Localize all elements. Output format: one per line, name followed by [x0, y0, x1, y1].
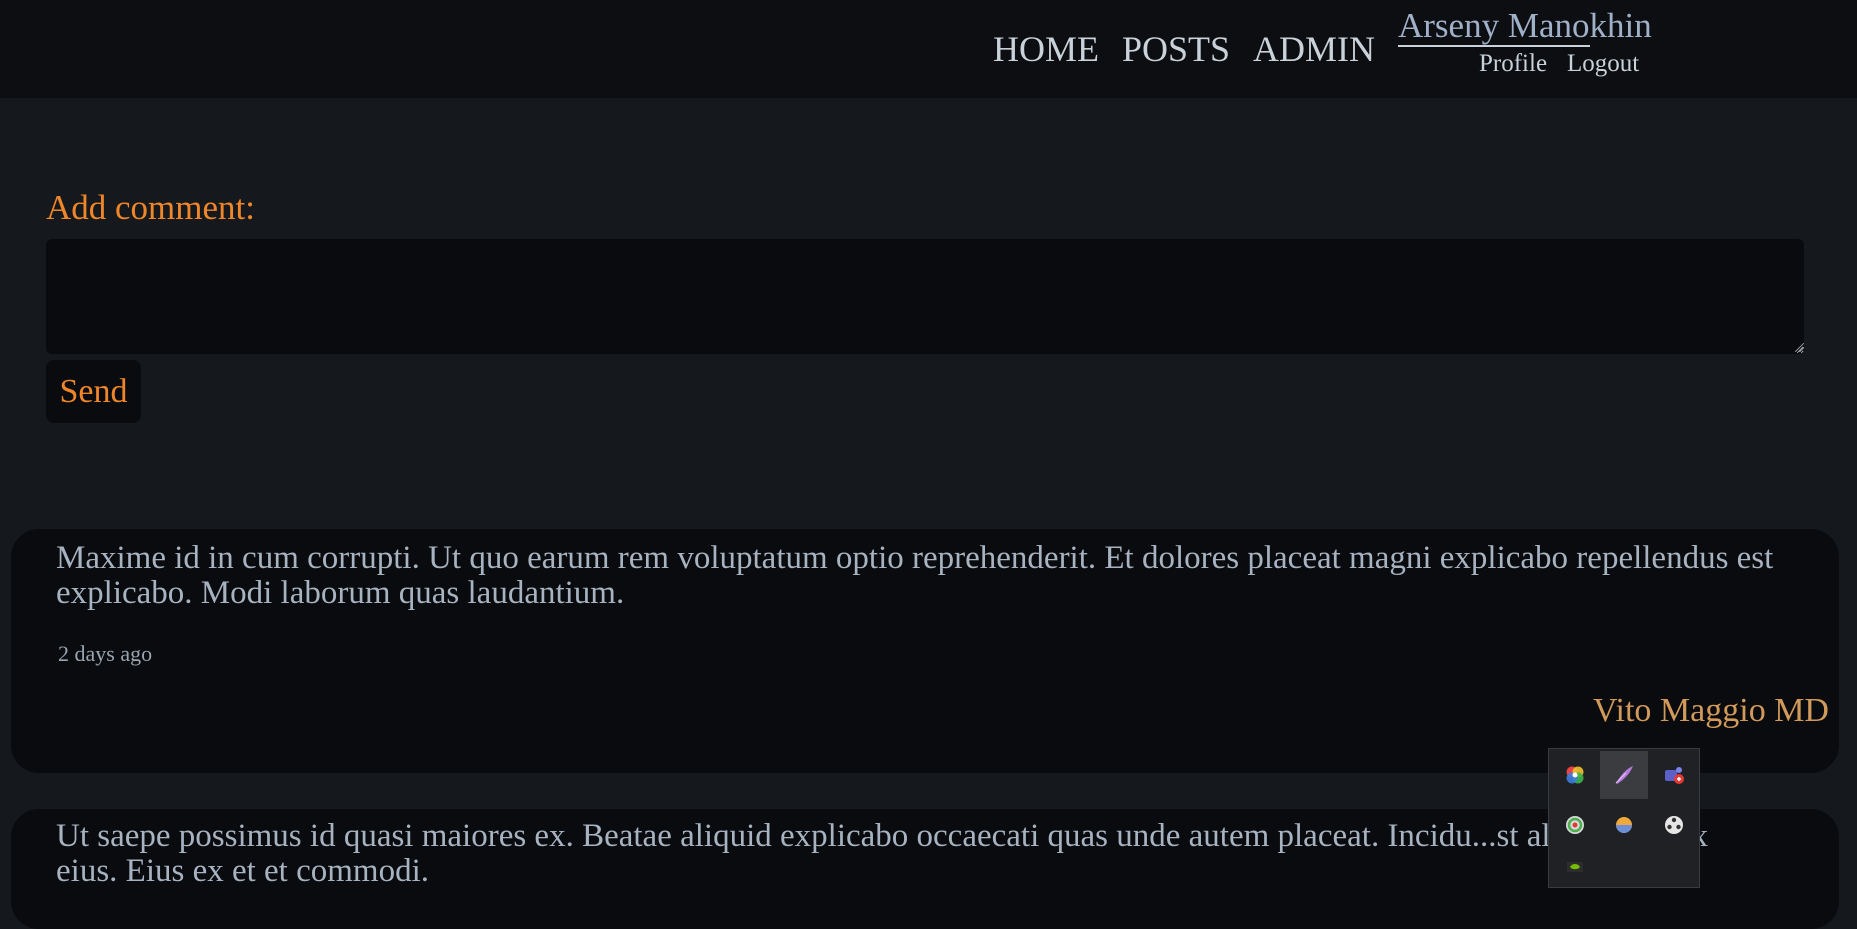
teams-notification-icon[interactable] — [1650, 751, 1698, 799]
weather-icon[interactable] — [1600, 801, 1648, 849]
comment-textarea[interactable] — [46, 239, 1804, 354]
add-comment-label: Add comment: — [46, 188, 255, 227]
logout-link[interactable]: Logout — [1567, 50, 1639, 78]
comment-author[interactable]: Vito Maggio MD — [1593, 692, 1829, 730]
system-tray-overflow-panel — [1548, 748, 1700, 888]
disc-icon[interactable] — [1551, 801, 1599, 849]
comment-text: Ut saepe possimus id quasi maiores ex. B… — [56, 818, 1709, 889]
comment-text: Maxime id in cum corrupti. Ut quo earum … — [56, 540, 1774, 611]
user-name-link[interactable]: Arseny Manokhin — [1398, 6, 1652, 46]
user-name-underline — [1398, 45, 1590, 47]
nvidia-icon[interactable] — [1551, 849, 1599, 885]
nav-home-link[interactable]: HOME — [993, 28, 1099, 70]
feather-pen-icon[interactable] — [1600, 751, 1648, 799]
send-button[interactable]: Send — [46, 360, 141, 423]
comment-timestamp: 2 days ago — [58, 641, 153, 666]
nav-admin-link[interactable]: ADMIN — [1253, 28, 1375, 70]
film-reel-icon[interactable] — [1650, 801, 1698, 849]
color-wheel-icon[interactable] — [1551, 751, 1599, 799]
comment-card: Maxime id in cum corrupti. Ut quo earum … — [11, 529, 1839, 773]
top-navigation-bar: HOME POSTS ADMIN Arseny Manokhin Profile… — [0, 0, 1857, 98]
textarea-resize-handle[interactable] — [1795, 343, 1804, 352]
nav-posts-link[interactable]: POSTS — [1122, 28, 1230, 70]
profile-link[interactable]: Profile — [1479, 50, 1547, 78]
